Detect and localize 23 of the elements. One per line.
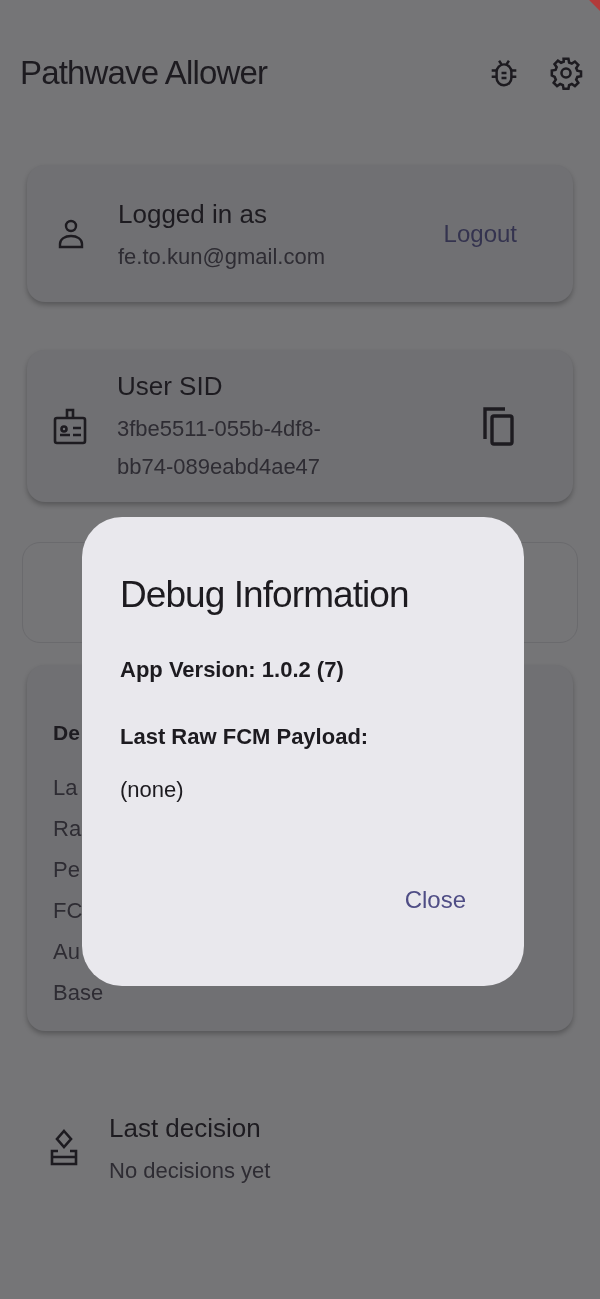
last-decision-value: No decisions yet bbox=[109, 1157, 271, 1185]
person-icon bbox=[57, 218, 85, 249]
payload-label: Last Raw FCM Payload: bbox=[120, 723, 370, 751]
account-email: fe.to.kun@gmail.com bbox=[118, 242, 326, 271]
account-label: Logged in as bbox=[118, 197, 268, 231]
copy-icon[interactable] bbox=[481, 405, 515, 447]
debug-line: FC bbox=[53, 897, 83, 925]
app-title: Pathwave Allower bbox=[20, 53, 269, 94]
app-version: App Version: 1.0.2 (7) bbox=[120, 656, 345, 684]
sid-value: 3fbe5511-055b-4df8-bb74-089eabd4ae47 bbox=[117, 414, 322, 481]
dialog-title: Debug Information bbox=[120, 573, 410, 617]
debug-line: Pe bbox=[53, 856, 80, 884]
ballot-box-icon bbox=[49, 1129, 79, 1167]
debug-line: Base bbox=[53, 979, 104, 1007]
debug-card-heading: De bbox=[53, 721, 80, 745]
sid-label: User SID bbox=[117, 369, 224, 403]
payload-value: (none) bbox=[120, 776, 185, 804]
id-badge-icon bbox=[53, 407, 87, 445]
close-button[interactable]: Close bbox=[404, 882, 466, 918]
debug-line: La bbox=[53, 774, 78, 802]
debug-line: Ra bbox=[53, 815, 82, 843]
debug-line: Au bbox=[53, 938, 80, 966]
last-decision-label: Last decision bbox=[109, 1112, 262, 1145]
